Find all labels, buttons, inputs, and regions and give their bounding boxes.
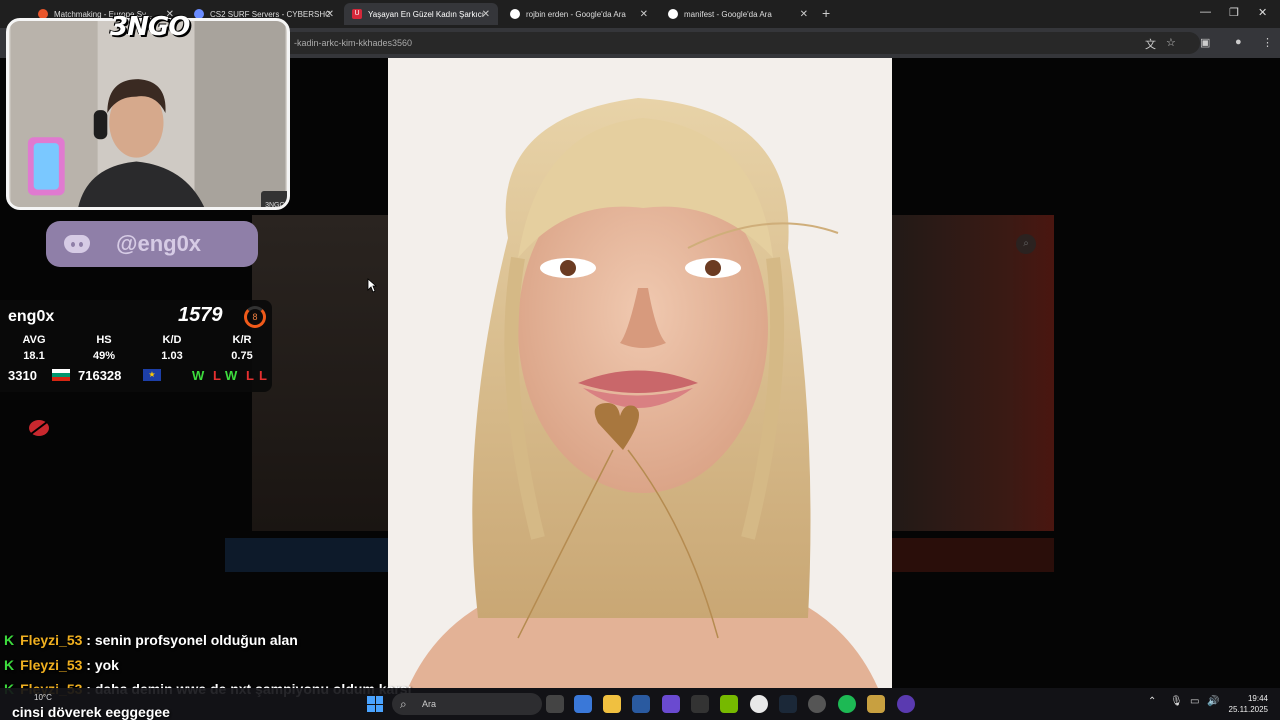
background-bar-left: [225, 538, 388, 572]
discord-handle: @eng0x: [116, 231, 202, 256]
mouse-cursor-icon: [367, 278, 377, 293]
stat-kd: K/D 1.03: [161, 334, 183, 362]
chat-message: K Fleyzi_53 : senin profsyonel olduğun al…: [4, 632, 424, 657]
app-yellow-icon[interactable]: [867, 695, 885, 713]
app-x-icon[interactable]: [662, 695, 680, 713]
volume-icon[interactable]: 🔊: [1207, 696, 1219, 707]
translate-icon[interactable]: 文: [1145, 36, 1156, 52]
eu-flag-icon: ★: [143, 369, 161, 381]
close-tab-icon[interactable]: ✕: [482, 9, 490, 20]
background-image-left: [252, 215, 388, 531]
country-rank: 3310: [8, 368, 37, 383]
restore-icon[interactable]: ❐: [1229, 6, 1239, 19]
app-purple-icon[interactable]: [897, 695, 915, 713]
profile-avatar-icon[interactable]: ●: [1235, 36, 1242, 48]
kick-badge-icon: K: [4, 656, 15, 673]
kick-badge-icon: K: [4, 632, 15, 648]
stat-avg: AVG 18.1: [22, 334, 46, 362]
chat-text: : yok: [86, 656, 119, 673]
nvidia-icon[interactable]: [720, 695, 738, 713]
chrome-icon[interactable]: [750, 695, 768, 713]
weather-widget[interactable]: 10°C: [34, 693, 52, 702]
result-3: W: [225, 368, 238, 383]
search-placeholder: Ara: [422, 699, 437, 709]
close-window-icon[interactable]: ✕: [1258, 6, 1267, 19]
new-tab-button[interactable]: +: [822, 5, 830, 21]
result-2: L: [213, 368, 221, 383]
task-view-icon[interactable]: [546, 695, 564, 713]
clock-date: 25.11.2025: [1228, 705, 1268, 714]
lightbox-photo[interactable]: [388, 58, 892, 688]
discord-banner: @eng0x: [46, 221, 258, 267]
steam-icon[interactable]: [779, 695, 797, 713]
network-icon[interactable]: ▭: [1190, 696, 1199, 707]
tab-active-article[interactable]: U Yaşayan En Güzel Kadın Şarkıcı ✕: [344, 3, 498, 25]
bookmark-star-icon[interactable]: ☆: [1166, 36, 1176, 49]
extensions-icon[interactable]: ▣: [1200, 36, 1210, 49]
spotify-icon[interactable]: [838, 695, 856, 713]
store-icon[interactable]: [632, 695, 650, 713]
result-4: L: [246, 368, 254, 383]
system-clock[interactable]: 19:44 25.11.2025: [1228, 693, 1268, 715]
tab-rojbin-erden[interactable]: rojbin erden - Google'da Ara ✕: [502, 3, 656, 25]
close-tab-icon[interactable]: ✕: [640, 9, 648, 20]
faceit-logo-icon: [29, 420, 49, 436]
search-icon: ⌕: [400, 697, 407, 711]
close-tab-icon[interactable]: ✕: [800, 9, 808, 20]
chat-username: Fleyzi_53: [20, 656, 83, 673]
faceit-level-badge: 8: [244, 306, 266, 328]
player-name: eng0x: [8, 308, 55, 325]
close-tab-icon[interactable]: ✕: [326, 9, 334, 20]
portrait-illustration: [388, 58, 892, 688]
windows-taskbar: 10°C ⌕ Ara ⌃ 🎙 ▭ 🔊 19:44 25.11.2025: [0, 688, 1280, 720]
copilot-icon[interactable]: [574, 695, 592, 713]
elo-value: 1579: [178, 304, 223, 326]
tab-favicon-icon: U: [352, 9, 362, 19]
tab-manifest[interactable]: manifest - Google'da Ara ✕: [660, 3, 816, 25]
background-bar-right: [892, 538, 1054, 572]
minimize-icon[interactable]: —: [1200, 6, 1211, 18]
stat-kr: K/R 0.75: [231, 334, 253, 362]
faceit-stats-widget: eng0x 1579 AVG 18.1 HS 49% K/D 1.03 K/R …: [0, 300, 272, 392]
start-button[interactable]: [367, 696, 383, 712]
discord-icon: [64, 235, 90, 253]
webcam-frame: 3NGO: [6, 18, 290, 210]
result-5: L: [259, 368, 267, 383]
menu-icon[interactable]: ⋮: [1262, 36, 1273, 49]
bulgaria-flag-icon: [52, 369, 70, 381]
address-bar[interactable]: -kadin-arkc-kim-kkhades3560: [280, 32, 1200, 54]
region-rank: 716328: [78, 368, 122, 383]
channel-logo: 3NGO: [110, 12, 190, 42]
chat-message-continuation: cinsi döverek eeggegee: [12, 704, 170, 720]
chat-text: : senin profsyonel olduğun alan: [86, 632, 298, 648]
taskbar-search[interactable]: ⌕ Ara: [392, 693, 542, 715]
background-image-right: [892, 215, 1054, 531]
stat-hs: HS 49%: [92, 334, 116, 362]
google-icon: [668, 9, 678, 19]
chat-message: K Fleyzi_53 : yok: [4, 657, 424, 682]
webcam-feed: [10, 21, 286, 207]
file-explorer-icon[interactable]: [603, 695, 621, 713]
google-icon: [510, 9, 520, 19]
chat-username: Fleyzi_53: [20, 632, 83, 648]
tray-chevron-icon[interactable]: ⌃: [1148, 696, 1156, 707]
clock-time: 19:44: [1247, 694, 1268, 703]
zoom-icon[interactable]: ⌕: [1016, 234, 1036, 254]
microphone-icon[interactable]: 🎙: [1170, 696, 1183, 707]
app-cube-icon[interactable]: [691, 695, 709, 713]
result-1: W: [192, 368, 205, 383]
app-round-icon[interactable]: [808, 695, 826, 713]
